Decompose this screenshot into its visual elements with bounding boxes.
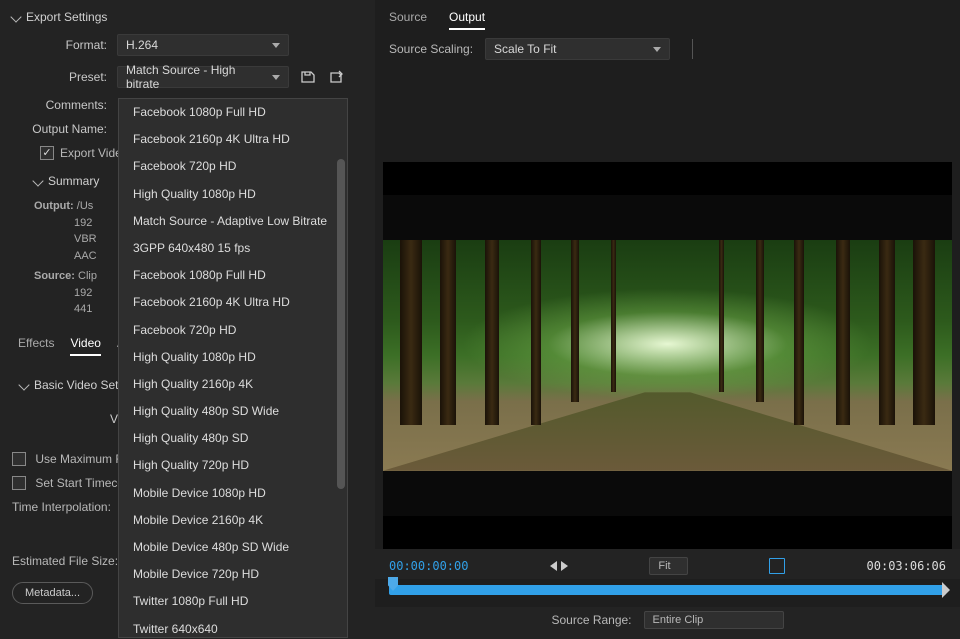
crop-icon[interactable]	[769, 558, 785, 574]
timecode-out: 00:03:06:06	[867, 559, 946, 573]
preview-tabs: Source Output	[375, 0, 960, 34]
comments-label: Comments:	[12, 98, 117, 112]
source-scaling-label: Source Scaling:	[389, 42, 473, 56]
zoom-value: Fit	[658, 560, 670, 572]
export-video-checkbox[interactable]	[40, 146, 54, 160]
use-max-render-checkbox[interactable]	[12, 452, 26, 466]
next-frame-icon[interactable]	[561, 561, 568, 571]
chevron-down-icon	[10, 11, 21, 22]
export-settings-title: Export Settings	[26, 10, 107, 24]
summary-title: Summary	[48, 174, 99, 188]
set-start-timecode-checkbox[interactable]	[12, 476, 26, 490]
preset-option[interactable]: High Quality 1080p HD	[119, 181, 347, 208]
divider	[692, 39, 693, 59]
format-select[interactable]: H.264	[117, 34, 289, 56]
estimated-size-label: Estimated File Size:	[12, 554, 118, 568]
preset-option[interactable]: Facebook 1080p Full HD	[119, 262, 347, 289]
preset-option[interactable]: Twitter 640x640	[119, 616, 347, 638]
out-marker[interactable]	[942, 582, 950, 598]
source-heading: Source:	[34, 270, 75, 282]
preset-option[interactable]: Mobile Device 720p HD	[119, 561, 347, 588]
source-range-value: Entire Clip	[653, 614, 704, 626]
source-scaling-select[interactable]: Scale To Fit	[485, 38, 670, 60]
preset-option[interactable]: High Quality 720p HD	[119, 452, 347, 479]
preview-panel: Source Output Source Scaling: Scale To F…	[375, 0, 960, 639]
preset-option[interactable]: Facebook 1080p Full HD	[119, 99, 347, 126]
chevron-down-icon	[272, 43, 280, 48]
tab-effects[interactable]: Effects	[18, 336, 54, 356]
chevron-down-icon	[653, 47, 661, 52]
format-value: H.264	[126, 38, 158, 52]
preset-select[interactable]: Match Source - High bitrate	[117, 66, 289, 88]
preset-option[interactable]: Match Source - Adaptive Low Bitrate	[119, 208, 347, 235]
export-settings-panel: Export Settings Format: H.264 Preset: Ma…	[0, 0, 375, 639]
preset-option[interactable]: 3GPP 640x480 15 fps	[119, 235, 347, 262]
preset-option[interactable]: Twitter 1080p Full HD	[119, 588, 347, 615]
prev-frame-icon[interactable]	[550, 561, 557, 571]
save-preset-icon[interactable]	[299, 68, 317, 86]
preset-label: Preset:	[12, 70, 117, 84]
preset-option[interactable]: High Quality 1080p HD	[119, 344, 347, 371]
format-label: Format:	[12, 38, 117, 52]
zoom-select[interactable]: Fit	[649, 557, 687, 575]
preview-controls: 00:00:00:00 Fit 00:03:06:06	[375, 549, 960, 579]
playhead[interactable]	[388, 577, 398, 591]
preset-option[interactable]: Mobile Device 2160p 4K	[119, 507, 347, 534]
export-settings-header[interactable]: Export Settings	[12, 10, 363, 24]
tab-output[interactable]: Output	[449, 10, 485, 30]
source-range-select[interactable]: Entire Clip	[644, 611, 784, 629]
preset-option[interactable]: High Quality 480p SD	[119, 425, 347, 452]
output-name-label: Output Name:	[12, 122, 117, 136]
preset-option[interactable]: Facebook 2160p 4K Ultra HD	[119, 289, 347, 316]
chevron-down-icon	[272, 75, 280, 80]
chevron-down-icon	[18, 379, 29, 390]
preview-image	[383, 240, 952, 470]
basic-video-title: Basic Video Setti	[34, 378, 125, 392]
chevron-down-icon	[32, 175, 43, 186]
source-scaling-value: Scale To Fit	[494, 42, 556, 56]
preset-option[interactable]: Facebook 720p HD	[119, 153, 347, 180]
import-preset-icon[interactable]	[327, 68, 345, 86]
tab-video[interactable]: Video	[70, 336, 100, 356]
preset-dropdown-list[interactable]: Facebook 1080p Full HDFacebook 2160p 4K …	[118, 98, 348, 638]
preset-option[interactable]: Mobile Device 480p SD Wide	[119, 534, 347, 561]
output-heading: Output:	[34, 200, 74, 212]
source-range-label: Source Range:	[551, 613, 631, 627]
tab-source[interactable]: Source	[389, 10, 427, 30]
timecode-in[interactable]: 00:00:00:00	[389, 559, 468, 573]
preset-option[interactable]: Mobile Device 1080p HD	[119, 480, 347, 507]
timeline[interactable]	[389, 585, 946, 595]
preset-option[interactable]: High Quality 2160p 4K	[119, 371, 347, 398]
dropdown-scrollbar[interactable]	[337, 159, 345, 489]
preset-option[interactable]: High Quality 480p SD Wide	[119, 398, 347, 425]
time-interp-label: Time Interpolation:	[12, 500, 111, 514]
video-preview[interactable]	[383, 162, 952, 549]
preset-option[interactable]: Facebook 2160p 4K Ultra HD	[119, 126, 347, 153]
metadata-button[interactable]: Metadata...	[12, 582, 93, 604]
preset-option[interactable]: Facebook 720p HD	[119, 317, 347, 344]
preset-value: Match Source - High bitrate	[126, 63, 272, 91]
